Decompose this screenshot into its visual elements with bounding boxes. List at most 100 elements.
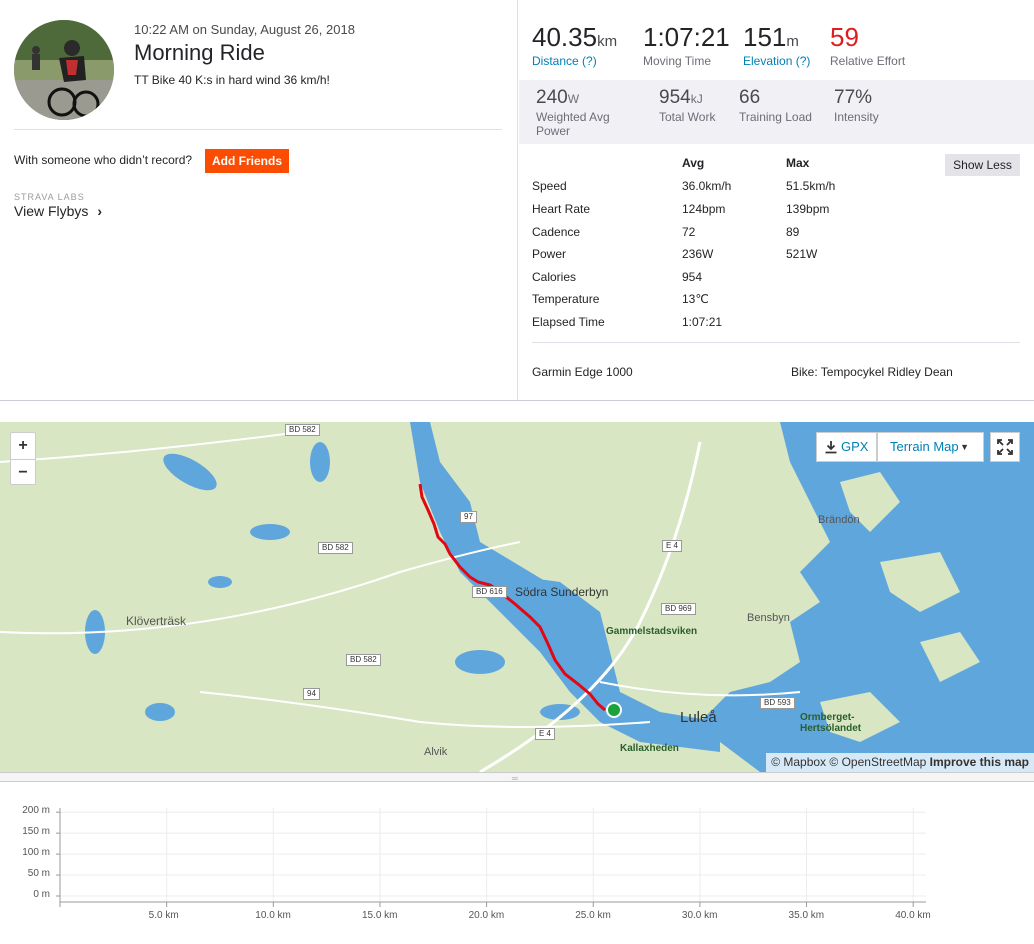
strava-labs-label: STRAVA LABS	[14, 192, 85, 202]
stat-weighted-power: 240W Weighted Avg Power	[536, 87, 626, 138]
stat-value: 59	[830, 22, 859, 52]
activity-title: Morning Ride	[134, 40, 265, 65]
x-tick-label: 40.0 km	[895, 910, 931, 921]
stats-panel: 40.35km Distance (?) 1:07:21 Moving Time…	[519, 0, 1034, 400]
show-less-button[interactable]: Show Less	[945, 154, 1020, 176]
row-avg: 36.0km/h	[682, 179, 732, 193]
activity-datetime: 10:22 AM on Sunday, August 26, 2018	[134, 22, 355, 37]
row-avg: 124bpm	[682, 202, 726, 216]
osm-attribution-link[interactable]: © OpenStreetMap	[829, 755, 926, 769]
map-label: Ormberget-Hertsölandet	[800, 712, 862, 734]
download-icon	[825, 441, 837, 454]
map-label: Kallaxheden	[620, 743, 679, 754]
stat-value: 77%	[834, 87, 873, 108]
stat-relative-effort: 59 Relative Effort	[830, 22, 905, 68]
elevation-help-link[interactable]: Elevation (?)	[743, 54, 810, 68]
x-tick-label: 10.0 km	[255, 910, 291, 921]
row-name: Speed	[532, 179, 567, 193]
row-name: Cadence	[532, 225, 581, 239]
road-shield: BD 582	[285, 424, 320, 436]
divider	[14, 129, 502, 130]
row-max: 521W	[786, 247, 818, 261]
road-shield: BD 593	[760, 697, 795, 709]
stat-label: Moving Time	[643, 54, 712, 68]
improve-map-link[interactable]: Improve this map	[930, 755, 1029, 769]
stat-intensity: 77% Intensity	[834, 87, 879, 124]
road-shield: E 4	[535, 728, 556, 740]
row-name: Elapsed Time	[532, 315, 605, 329]
athlete-avatar[interactable]	[14, 20, 114, 120]
table-row: Power 236W 521W	[532, 247, 1022, 269]
x-tick-label: 35.0 km	[788, 910, 825, 921]
view-flybys-label: View Flybys	[14, 203, 89, 219]
stat-unit: W	[567, 92, 580, 106]
row-max: 51.5km/h	[786, 179, 836, 193]
table-row: Heart Rate 124bpm 139bpm	[532, 202, 1022, 224]
road-shield: BD 969	[661, 603, 696, 615]
gpx-download-button[interactable]: GPX	[816, 432, 877, 462]
map-type-label: Terrain Map	[890, 439, 959, 454]
road-shield: 97	[460, 511, 477, 523]
road-shield: BD 582	[346, 654, 381, 666]
activity-description: TT Bike 40 K:s in hard wind 36 km/h!	[134, 73, 330, 87]
stat-unit: kJ	[690, 92, 703, 106]
device-name: Garmin Edge 1000	[532, 365, 633, 379]
map-label-city: Luleå	[680, 709, 717, 726]
table-row: Cadence 72 89	[532, 225, 1022, 247]
stat-value: 240	[536, 87, 568, 108]
table-row: Speed 36.0km/h 51.5km/h	[532, 179, 1022, 201]
stat-label: Relative Effort	[830, 54, 906, 68]
stat-label: Intensity	[834, 110, 879, 124]
caret-down-icon: ▼	[960, 442, 969, 452]
stat-moving-time: 1:07:21 Moving Time	[643, 22, 730, 68]
map-label: Klöverträsk	[126, 614, 187, 628]
stat-value: 151	[743, 22, 787, 52]
with-someone-text: With someone who didn’t record?	[14, 153, 193, 167]
mapbox-attribution-link[interactable]: © Mapbox	[771, 755, 826, 769]
x-tick-label: 20.0 km	[468, 910, 505, 921]
y-tick-label: 0 m	[33, 889, 50, 900]
zoom-in-button[interactable]: +	[11, 433, 35, 459]
activity-header: 10:22 AM on Sunday, August 26, 2018 Morn…	[0, 0, 518, 400]
row-max: 89	[786, 225, 800, 239]
stat-label: Total Work	[659, 110, 716, 124]
fullscreen-button[interactable]	[990, 432, 1020, 462]
x-tick-label: 25.0 km	[575, 910, 611, 921]
column-header-avg: Avg	[682, 156, 705, 170]
divider	[532, 342, 1020, 343]
stat-total-work: 954kJ Total Work	[659, 87, 715, 124]
map-label: Bensbyn	[747, 612, 790, 624]
road-shield: BD 582	[318, 542, 353, 554]
row-avg: 954	[682, 270, 703, 284]
map-label: Gammelstadsviken	[606, 626, 698, 637]
stat-unit: m	[786, 33, 799, 50]
distance-help-link[interactable]: Distance (?)	[532, 54, 617, 68]
add-friends-button[interactable]: Add Friends	[205, 149, 289, 173]
road-shield: E 4	[662, 540, 683, 552]
row-name: Calories	[532, 270, 577, 284]
map-label: Alvik	[424, 746, 448, 758]
resize-handle[interactable]: ═	[0, 772, 1034, 783]
stat-distance: 40.35km Distance (?)	[532, 22, 617, 68]
stat-label: Weighted Avg Power	[536, 110, 610, 138]
stat-training-load: 66 Training Load	[739, 87, 812, 124]
map-attribution: © Mapbox © OpenStreetMap Improve this ma…	[766, 753, 1034, 772]
row-avg: 72	[682, 225, 696, 239]
road-shield: BD 616	[472, 586, 507, 598]
stat-value: 66	[739, 87, 761, 108]
chevron-right-icon: ›	[97, 203, 102, 219]
column-header-max: Max	[786, 156, 810, 170]
zoom-out-button[interactable]: −	[11, 459, 35, 485]
row-name: Power	[532, 247, 567, 261]
elevation-chart[interactable]: 200 m 150 m 100 m 50 m 0 m 5.0 km 10.0 km 15.0 …	[0, 790, 1034, 939]
row-name: Heart Rate	[532, 202, 591, 216]
y-tick-label: 50 m	[27, 868, 50, 880]
y-tick-label: 100 m	[22, 847, 50, 859]
start-marker	[606, 702, 622, 718]
stat-label: Training Load	[739, 110, 812, 124]
table-row: Temperature 13℃	[532, 292, 1022, 314]
view-flybys-link[interactable]: View Flybys ›	[14, 203, 102, 219]
route-map[interactable]: Klöverträsk Södra Sunderbyn Gammelstadsv…	[0, 422, 1034, 772]
fullscreen-icon	[997, 439, 1013, 455]
map-type-dropdown[interactable]: Terrain Map ▼	[877, 432, 984, 462]
